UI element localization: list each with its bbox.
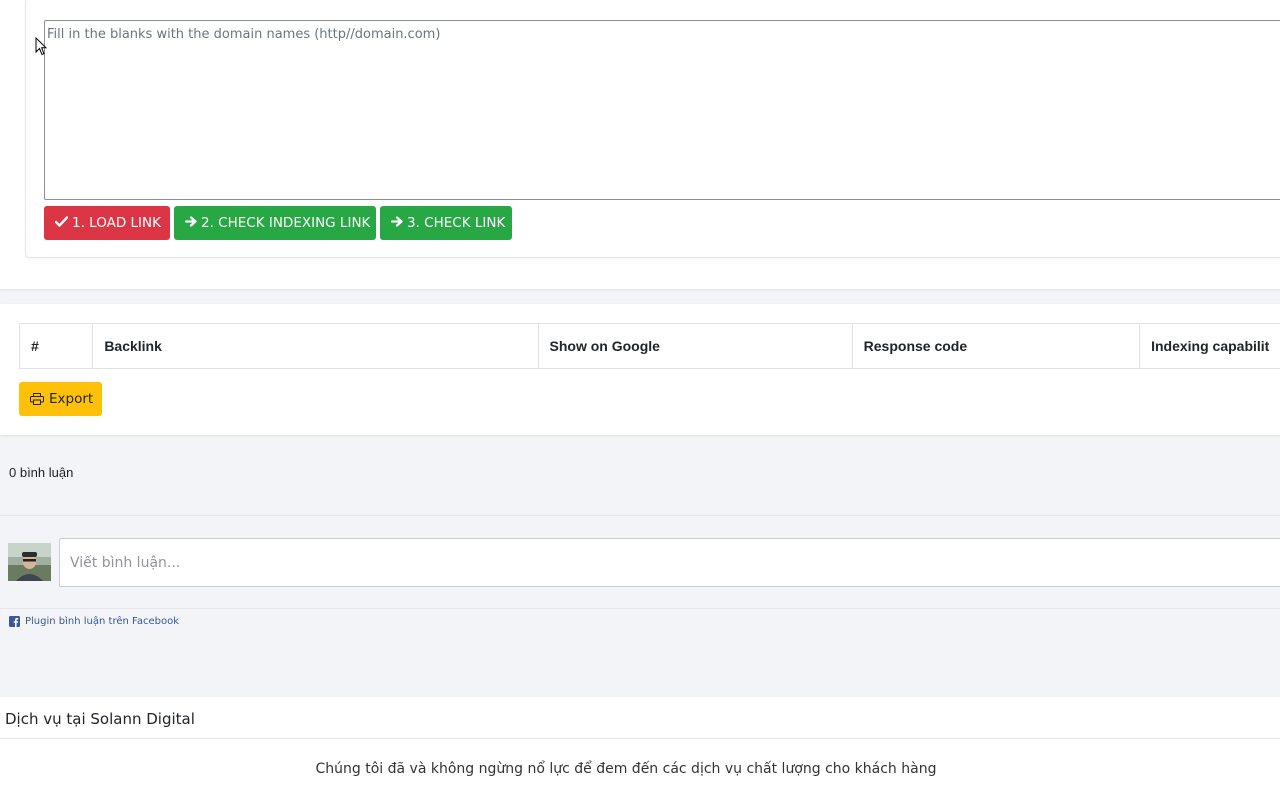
services-title: Dịch vụ tại Solann Digital <box>0 697 1280 739</box>
results-card: # Backlink Show on Google Response code … <box>0 304 1280 435</box>
domain-list-textarea[interactable] <box>44 20 1280 200</box>
facebook-plugin-label: Plugin bình luận trên Facebook <box>25 616 179 627</box>
check-indexing-link-label: 2. CHECK INDEXING LINK <box>201 215 371 231</box>
facebook-icon <box>9 616 20 627</box>
column-header-show-on-google: Show on Google <box>537 323 853 369</box>
check-icon <box>54 215 69 231</box>
facebook-comments-plugin-link[interactable]: Plugin bình luận trên Facebook <box>9 616 179 627</box>
check-link-label: 3. CHECK LINK <box>407 215 506 231</box>
export-label: Export <box>49 391 94 407</box>
load-link-label: 1. LOAD LINK <box>72 215 161 231</box>
check-link-button[interactable]: 3. CHECK LINK <box>380 206 512 240</box>
results-table: # Backlink Show on Google Response code … <box>18 323 1280 369</box>
load-link-button[interactable]: 1. LOAD LINK <box>44 206 170 240</box>
check-indexing-link-button[interactable]: 2. CHECK INDEXING LINK <box>174 206 376 240</box>
comments-footer-divider <box>0 608 1280 609</box>
arrow-right-icon <box>390 215 403 231</box>
mouse-cursor-icon <box>35 36 48 57</box>
table-header-row: # Backlink Show on Google Response code … <box>18 323 1280 369</box>
column-header-number: # <box>18 323 94 369</box>
services-description: Chúng tôi đã và không ngừng nổ lực để đe… <box>315 761 937 777</box>
comment-input[interactable] <box>59 538 1280 587</box>
column-header-indexing-capability: Indexing capabilit <box>1139 323 1280 369</box>
printer-icon <box>30 393 44 405</box>
export-button[interactable]: Export <box>19 382 102 416</box>
arrow-right-icon <box>184 215 197 231</box>
column-header-response-code: Response code <box>851 323 1141 369</box>
column-header-backlink: Backlink <box>92 323 539 369</box>
comments-divider <box>0 515 1280 516</box>
avatar <box>8 543 51 581</box>
services-section: Dịch vụ tại Solann Digital Chúng tôi đã … <box>0 697 1280 800</box>
comment-count: 0 bình luận <box>9 465 74 480</box>
